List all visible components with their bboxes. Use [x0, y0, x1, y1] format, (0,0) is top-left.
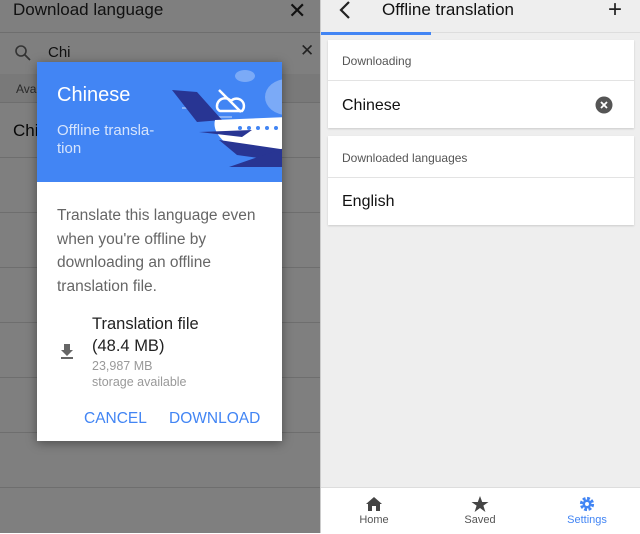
downloading-card: Downloading Chinese — [328, 40, 634, 128]
nav-home-label: Home — [359, 514, 389, 526]
nav-home[interactable]: Home — [321, 488, 427, 534]
downloaded-header: Downloaded languages — [342, 151, 468, 165]
cancel-download-icon[interactable] — [595, 96, 613, 114]
nav-saved[interactable]: Saved — [427, 488, 533, 534]
downloading-header: Downloading — [342, 54, 412, 68]
gear-icon — [579, 496, 595, 512]
download-button[interactable]: DOWNLOAD — [169, 410, 260, 428]
nav-settings-label: Settings — [567, 514, 607, 526]
downloading-item: Chinese — [342, 97, 401, 114]
star-icon — [471, 496, 489, 512]
nav-settings[interactable]: Settings — [534, 488, 640, 534]
offline-translation-screen: Offline translation + Downloading Chines… — [320, 0, 640, 533]
dialog-header: Chinese Offline transla- tion — [37, 62, 282, 182]
back-icon[interactable] — [338, 1, 352, 19]
add-icon[interactable]: + — [608, 0, 622, 24]
downloaded-card: Downloaded languages English — [328, 136, 634, 225]
nav-saved-label: Saved — [464, 514, 496, 526]
storage-amount: 23,987 MB — [92, 359, 153, 373]
file-label: Translation file (48.4 MB) — [92, 315, 199, 355]
download-icon — [61, 344, 73, 359]
screen-title: Offline translation — [382, 0, 514, 19]
progress-bar — [321, 32, 431, 35]
home-icon — [366, 497, 382, 511]
dialog-body: Translate this language even when you're… — [57, 207, 256, 295]
dialog-subtitle: Offline transla- tion — [57, 122, 155, 157]
cancel-button[interactable]: CANCEL — [84, 410, 147, 428]
bottom-nav: Home Saved Settings — [321, 487, 640, 533]
downloaded-item[interactable]: English — [342, 193, 394, 211]
download-dialog: Chinese Offline transla- tion Translate … — [37, 62, 282, 441]
download-language-screen: Download language ✕ Chi ✕ Available lang… — [0, 0, 320, 533]
storage-label: storage available — [92, 375, 187, 389]
dialog-title: Chinese — [57, 84, 131, 106]
